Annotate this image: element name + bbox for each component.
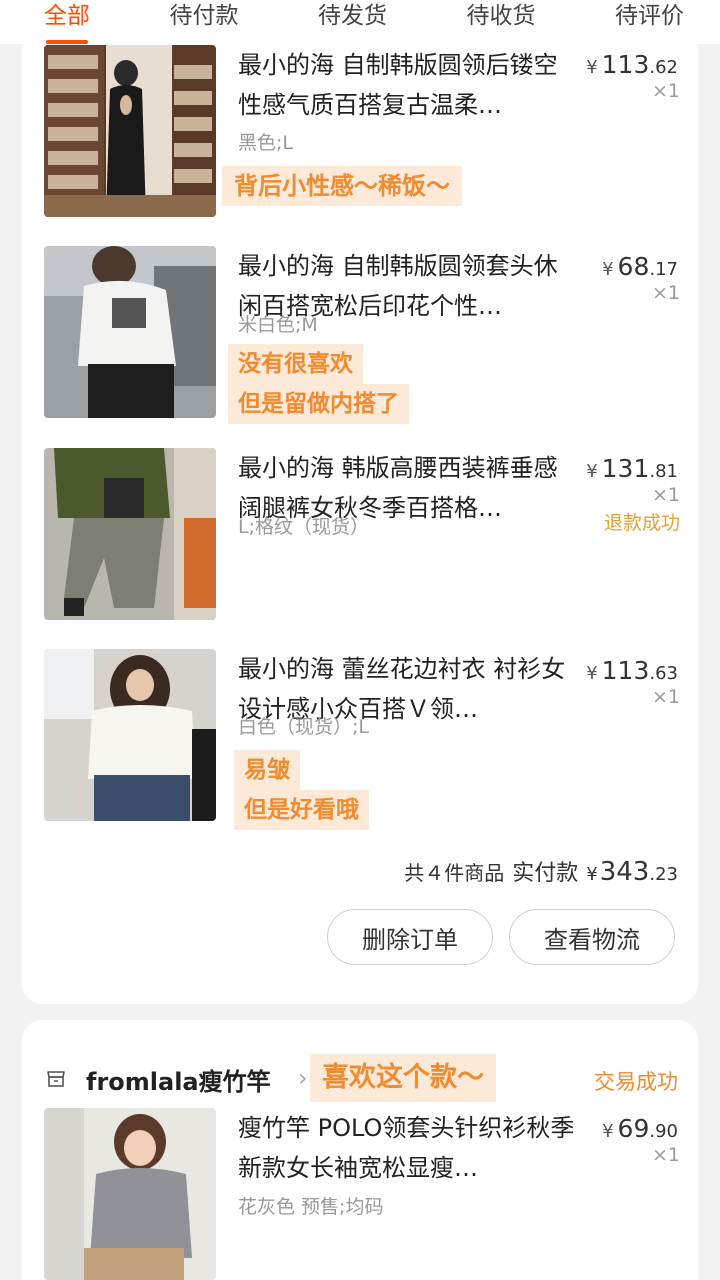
tab-pending-shipment[interactable]: 待发货: [318, 0, 387, 44]
tab-pending-receipt[interactable]: 待收货: [467, 0, 536, 44]
product-photo-lace-shirt: [44, 649, 216, 821]
store-header: fromlala瘦竹竿 › 喜欢这个款～ 交易成功: [22, 1040, 698, 1102]
product-thumbnail[interactable]: [44, 246, 216, 418]
product-price: ¥113.63: [586, 656, 678, 685]
store-icon: [47, 1071, 65, 1087]
view-logistics-button[interactable]: 查看物流: [509, 909, 675, 965]
product-quantity: ×1: [651, 484, 680, 506]
user-note-sticker: 易皱 但是好看哦: [234, 750, 369, 830]
chevron-right-icon[interactable]: ›: [298, 1064, 308, 1092]
tab-pending-review[interactable]: 待评价: [615, 0, 684, 44]
product-quantity: ×1: [651, 282, 680, 304]
product-photo-plaid-pants: [44, 448, 216, 620]
product-thumbnail[interactable]: [44, 1108, 216, 1280]
order-total: ¥343.23: [586, 857, 678, 887]
product-spec: L;格纹（现货）: [238, 516, 369, 538]
order-item[interactable]: 最小的海 自制韩版圆领套头休闲百搭宽松后印花个性… 米白色;M ¥68.17 ×…: [22, 220, 698, 424]
product-spec: 米白色;M: [238, 314, 318, 336]
order-item[interactable]: 最小的海 韩版高腰西装裤垂感阔腿裤女秋冬季百搭格… L;格纹（现货） ¥131.…: [22, 420, 698, 620]
refund-status: 退款成功: [603, 512, 680, 534]
product-price: ¥69.90: [602, 1114, 678, 1143]
item-count: 共４件商品: [404, 861, 505, 885]
order-item[interactable]: 瘦竹竿 POLO领套头针织衫秋季新款女长袖宽松显瘦… 花灰色 预售;均码 ¥69…: [22, 1108, 698, 1280]
product-price: ¥113.62: [586, 50, 678, 79]
product-photo-bookstore: [44, 45, 216, 217]
product-spec: 花灰色 预售;均码: [238, 1196, 384, 1218]
store-name[interactable]: fromlala瘦竹竿: [86, 1062, 271, 1097]
product-thumbnail[interactable]: [44, 649, 216, 821]
product-spec: 白色（现货）;L: [238, 716, 369, 738]
product-photo-street: [44, 246, 216, 418]
product-photo-polo-knit: [44, 1108, 216, 1280]
product-quantity: ×1: [651, 1144, 680, 1166]
product-thumbnail[interactable]: [44, 45, 216, 217]
user-note-sticker: 没有很喜欢 但是留做内搭了: [228, 344, 409, 424]
product-price: ¥131.81: [586, 454, 678, 483]
order-summary: 共４件商品 实付款 ¥343.23: [404, 855, 678, 887]
user-note-sticker: 背后小性感～稀饭～: [222, 166, 462, 206]
order-card: 最小的海 自制韩版圆领后镂空性感气质百搭复古温柔… 黑色;L ¥113.62 ×…: [22, 0, 698, 1004]
order-item[interactable]: 最小的海 蕾丝花边衬衣 衬衫女设计感小众百搭Ｖ领… 白色（现货）;L ¥113.…: [22, 620, 698, 850]
product-spec: 黑色;L: [238, 132, 293, 154]
order-status: 交易成功: [594, 1070, 678, 1094]
order-card: fromlala瘦竹竿 › 喜欢这个款～ 交易成功 瘦竹竿 POLO领套头针织衫…: [22, 1020, 698, 1280]
product-thumbnail[interactable]: [44, 448, 216, 620]
product-quantity: ×1: [651, 80, 680, 102]
user-note-sticker: 喜欢这个款～: [310, 1054, 496, 1102]
product-title[interactable]: 瘦竹竿 POLO领套头针织衫秋季新款女长袖宽松显瘦…: [238, 1108, 578, 1188]
paid-label: 实付款: [512, 861, 579, 886]
delete-order-button[interactable]: 删除订单: [327, 909, 493, 965]
tab-pending-payment[interactable]: 待付款: [170, 0, 239, 44]
product-price: ¥68.17: [602, 252, 678, 281]
product-quantity: ×1: [651, 686, 680, 708]
tab-all[interactable]: 全部: [44, 0, 90, 44]
product-title[interactable]: 最小的海 自制韩版圆领后镂空性感气质百搭复古温柔…: [238, 45, 578, 125]
order-status-tabs: 全部 待付款 待发货 待收货 待评价: [0, 0, 720, 44]
